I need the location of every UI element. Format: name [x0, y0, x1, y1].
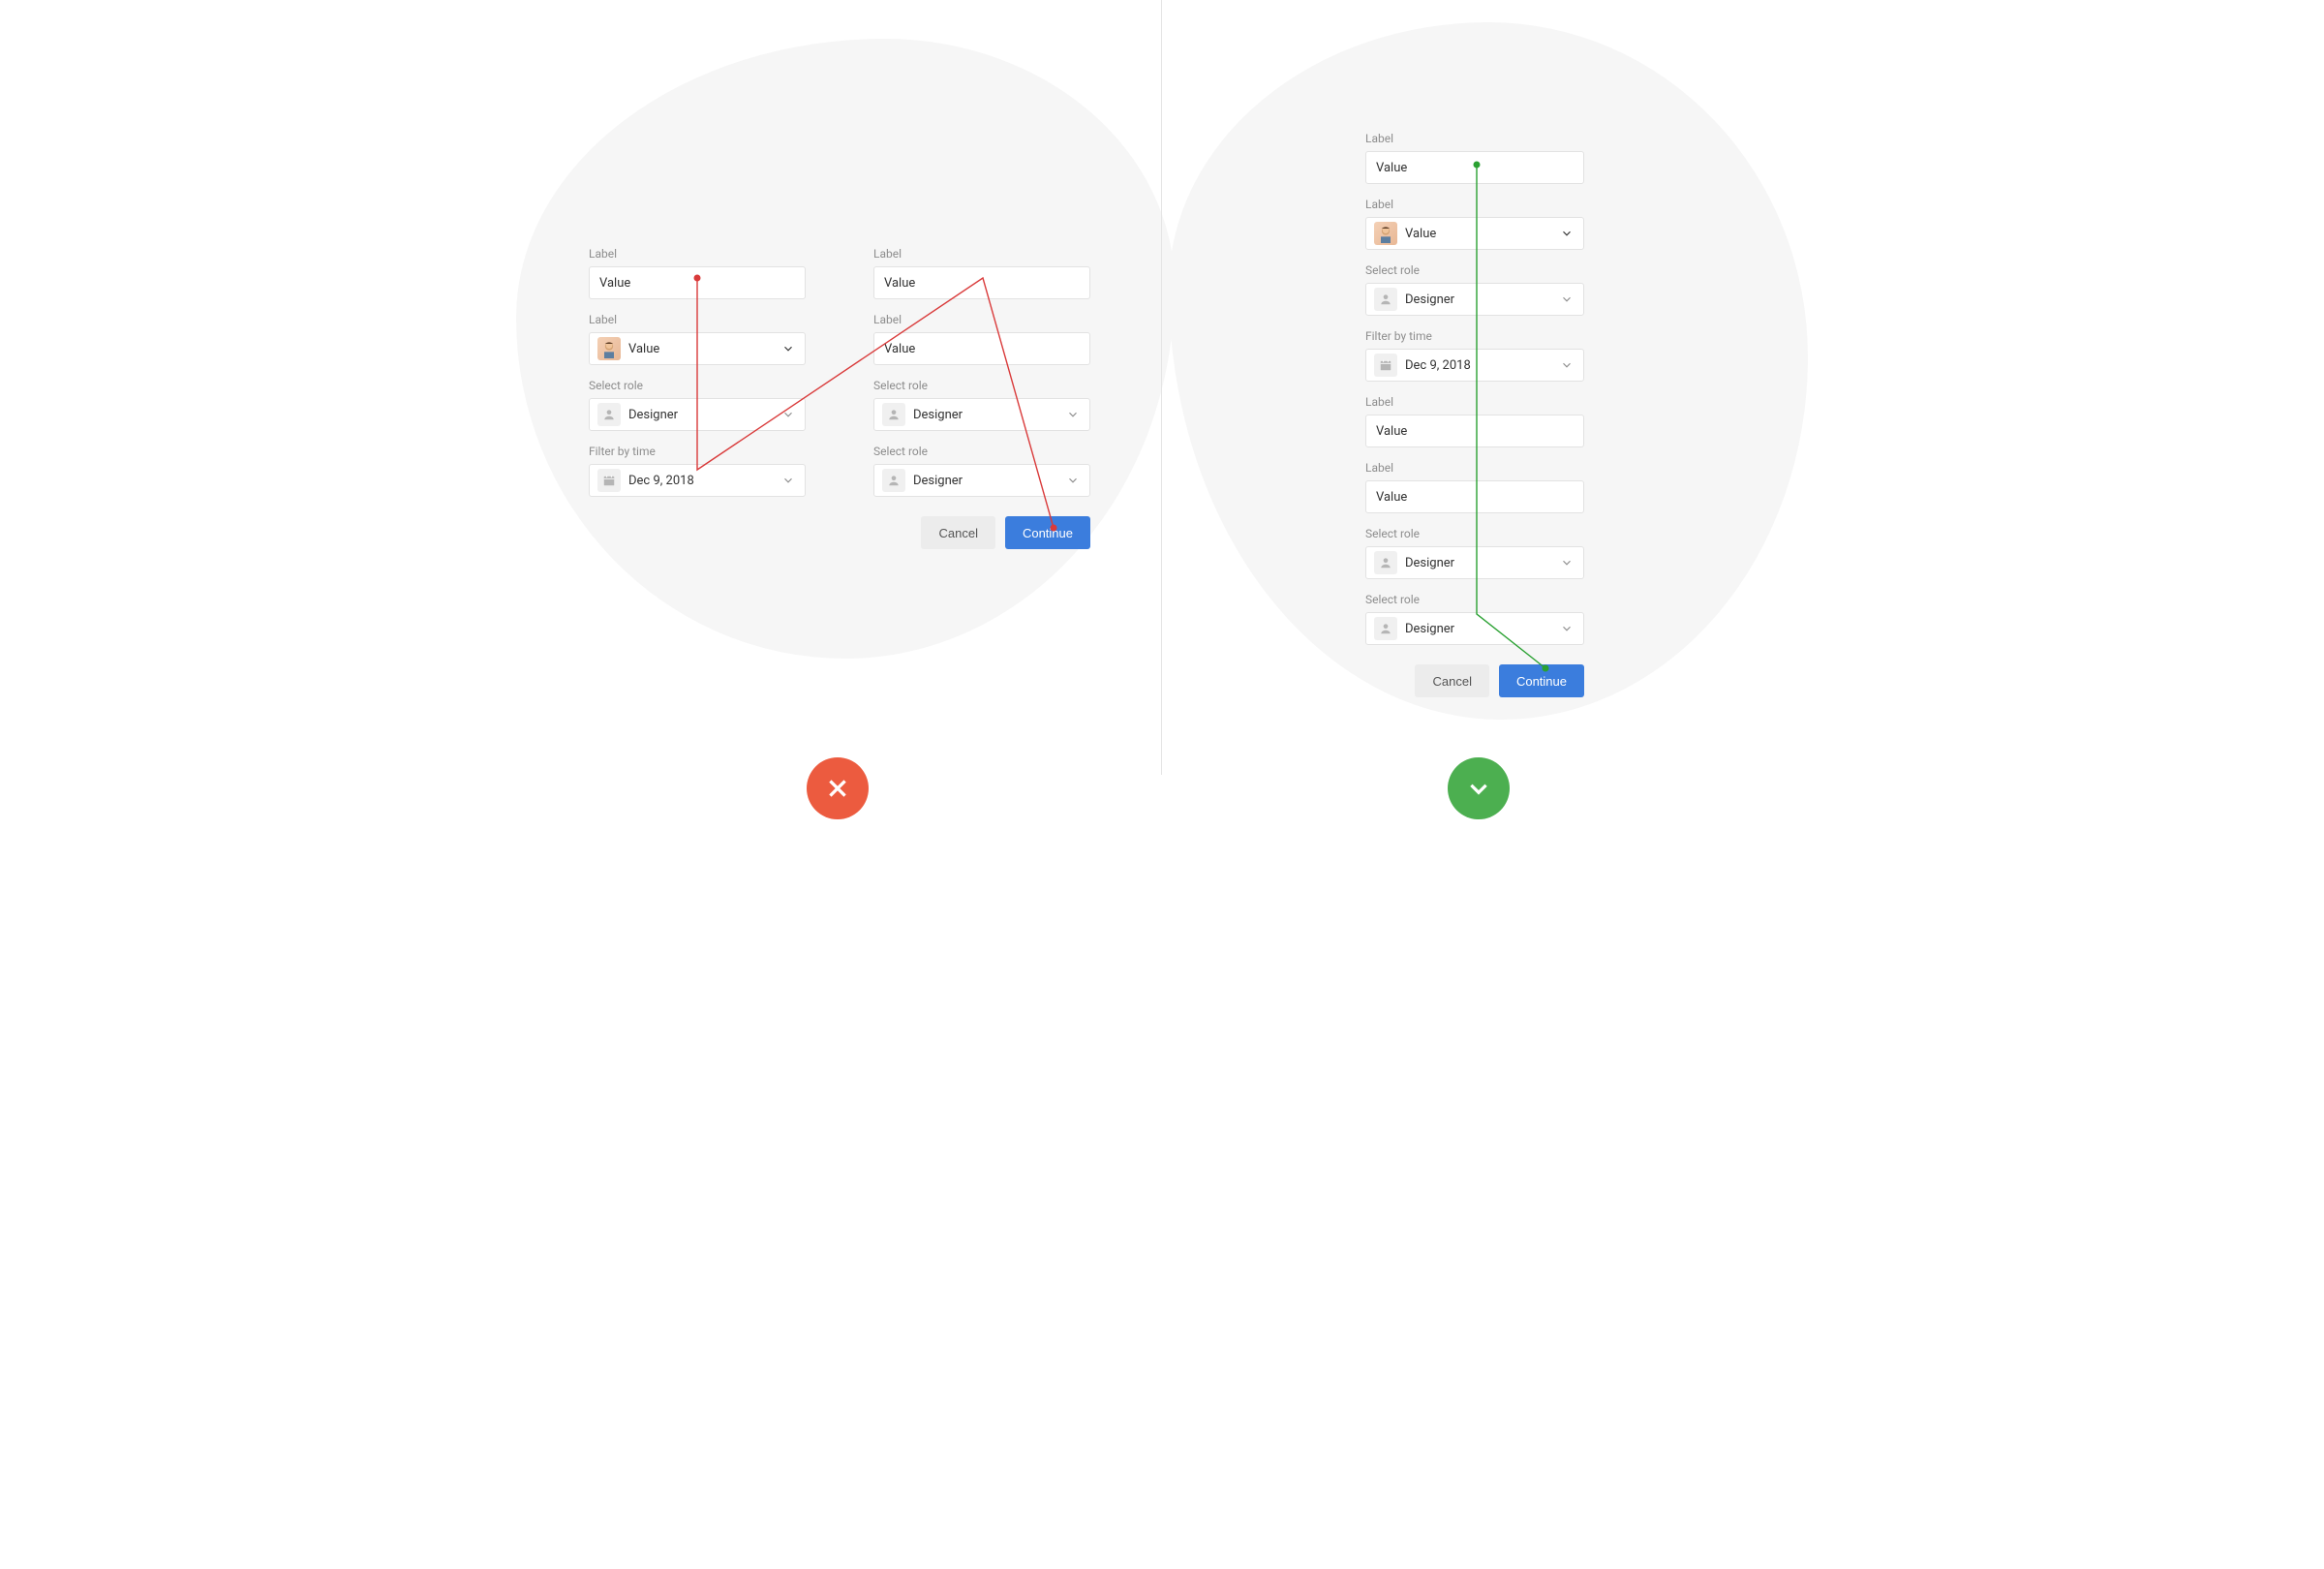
form-field: Label Value [589, 247, 806, 299]
form-field: Label Value [873, 313, 1090, 365]
form-field: Select role Designer [589, 379, 806, 431]
field-label: Label [1365, 198, 1584, 211]
form-field: Label Value [589, 313, 806, 365]
field-label: Select role [873, 445, 1090, 458]
text-input[interactable]: Value [1365, 151, 1584, 184]
bad-badge [807, 757, 869, 819]
form-field: Filter by time Dec 9, 2018 [589, 445, 806, 497]
center-divider [1161, 0, 1162, 775]
form-field: Label Value [1365, 395, 1584, 447]
form-field: Select role Designer [1365, 263, 1584, 316]
field-value: Value [884, 276, 1080, 291]
role-select[interactable]: Designer [1365, 546, 1584, 579]
person-icon [1374, 617, 1397, 640]
avatar-select[interactable]: Value [1365, 217, 1584, 250]
field-label: Label [1365, 395, 1584, 409]
close-icon [825, 776, 850, 801]
field-value: Dec 9, 2018 [628, 474, 781, 488]
role-select[interactable]: Designer [589, 398, 806, 431]
role-select[interactable]: Designer [873, 464, 1090, 497]
text-input[interactable]: Value [1365, 480, 1584, 513]
field-label: Label [873, 247, 1090, 261]
field-label: Filter by time [1365, 329, 1584, 343]
field-value: Value [628, 342, 781, 356]
field-value: Value [599, 276, 795, 291]
text-input[interactable]: Value [873, 266, 1090, 299]
date-select[interactable]: Dec 9, 2018 [589, 464, 806, 497]
text-input[interactable]: Value [1365, 415, 1584, 447]
good-example-panel: Label Value Label Value Select role Designer F… [1365, 132, 1584, 697]
chevron-down-icon [1466, 776, 1491, 801]
field-value: Value [1376, 424, 1574, 439]
field-value: Value [884, 342, 1080, 356]
field-label: Select role [589, 379, 806, 392]
person-icon [882, 469, 905, 492]
avatar-icon [597, 337, 621, 360]
form-field: Select role Designer [1365, 593, 1584, 645]
field-value: Value [1405, 227, 1560, 241]
person-icon [882, 403, 905, 426]
field-label: Select role [1365, 263, 1584, 277]
field-label: Label [589, 247, 806, 261]
field-value: Dec 9, 2018 [1405, 358, 1560, 373]
role-select[interactable]: Designer [1365, 283, 1584, 316]
field-value: Designer [1405, 292, 1560, 307]
form-field: Filter by time Dec 9, 2018 [1365, 329, 1584, 382]
field-label: Label [589, 313, 806, 326]
form-field: Label Value [873, 247, 1090, 299]
field-value: Designer [913, 474, 1066, 488]
field-label: Label [1365, 461, 1584, 475]
field-label: Select role [873, 379, 1090, 392]
continue-button[interactable]: Continue [1499, 664, 1584, 697]
field-value: Value [1376, 161, 1574, 175]
person-icon [597, 403, 621, 426]
role-select[interactable]: Designer [1365, 612, 1584, 645]
field-value: Designer [1405, 556, 1560, 570]
field-value: Designer [913, 408, 1066, 422]
calendar-icon [597, 469, 621, 492]
good-badge [1448, 757, 1510, 819]
cancel-button[interactable]: Cancel [1415, 664, 1488, 697]
person-icon [1374, 288, 1397, 311]
cancel-button[interactable]: Cancel [921, 516, 994, 549]
person-icon [1374, 551, 1397, 574]
form-field: Label Value [1365, 461, 1584, 513]
field-value: Value [1376, 490, 1574, 505]
field-label: Label [873, 313, 1090, 326]
text-input[interactable]: Value [873, 332, 1090, 365]
bad-example-panel: Label Value Label Value Select role Designer F… [589, 247, 1090, 549]
field-value: Designer [1405, 622, 1560, 636]
form-field: Label Value [1365, 132, 1584, 184]
date-select[interactable]: Dec 9, 2018 [1365, 349, 1584, 382]
field-label: Label [1365, 132, 1584, 145]
form-field: Label Value [1365, 198, 1584, 250]
field-label: Select role [1365, 593, 1584, 606]
form-field: Select role Designer [873, 379, 1090, 431]
field-value: Designer [628, 408, 781, 422]
form-field: Select role Designer [873, 445, 1090, 497]
form-field: Select role Designer [1365, 527, 1584, 579]
calendar-icon [1374, 354, 1397, 377]
avatar-icon [1374, 222, 1397, 245]
avatar-select[interactable]: Value [589, 332, 806, 365]
field-label: Filter by time [589, 445, 806, 458]
text-input[interactable]: Value [589, 266, 806, 299]
field-label: Select role [1365, 527, 1584, 540]
role-select[interactable]: Designer [873, 398, 1090, 431]
continue-button[interactable]: Continue [1005, 516, 1090, 549]
